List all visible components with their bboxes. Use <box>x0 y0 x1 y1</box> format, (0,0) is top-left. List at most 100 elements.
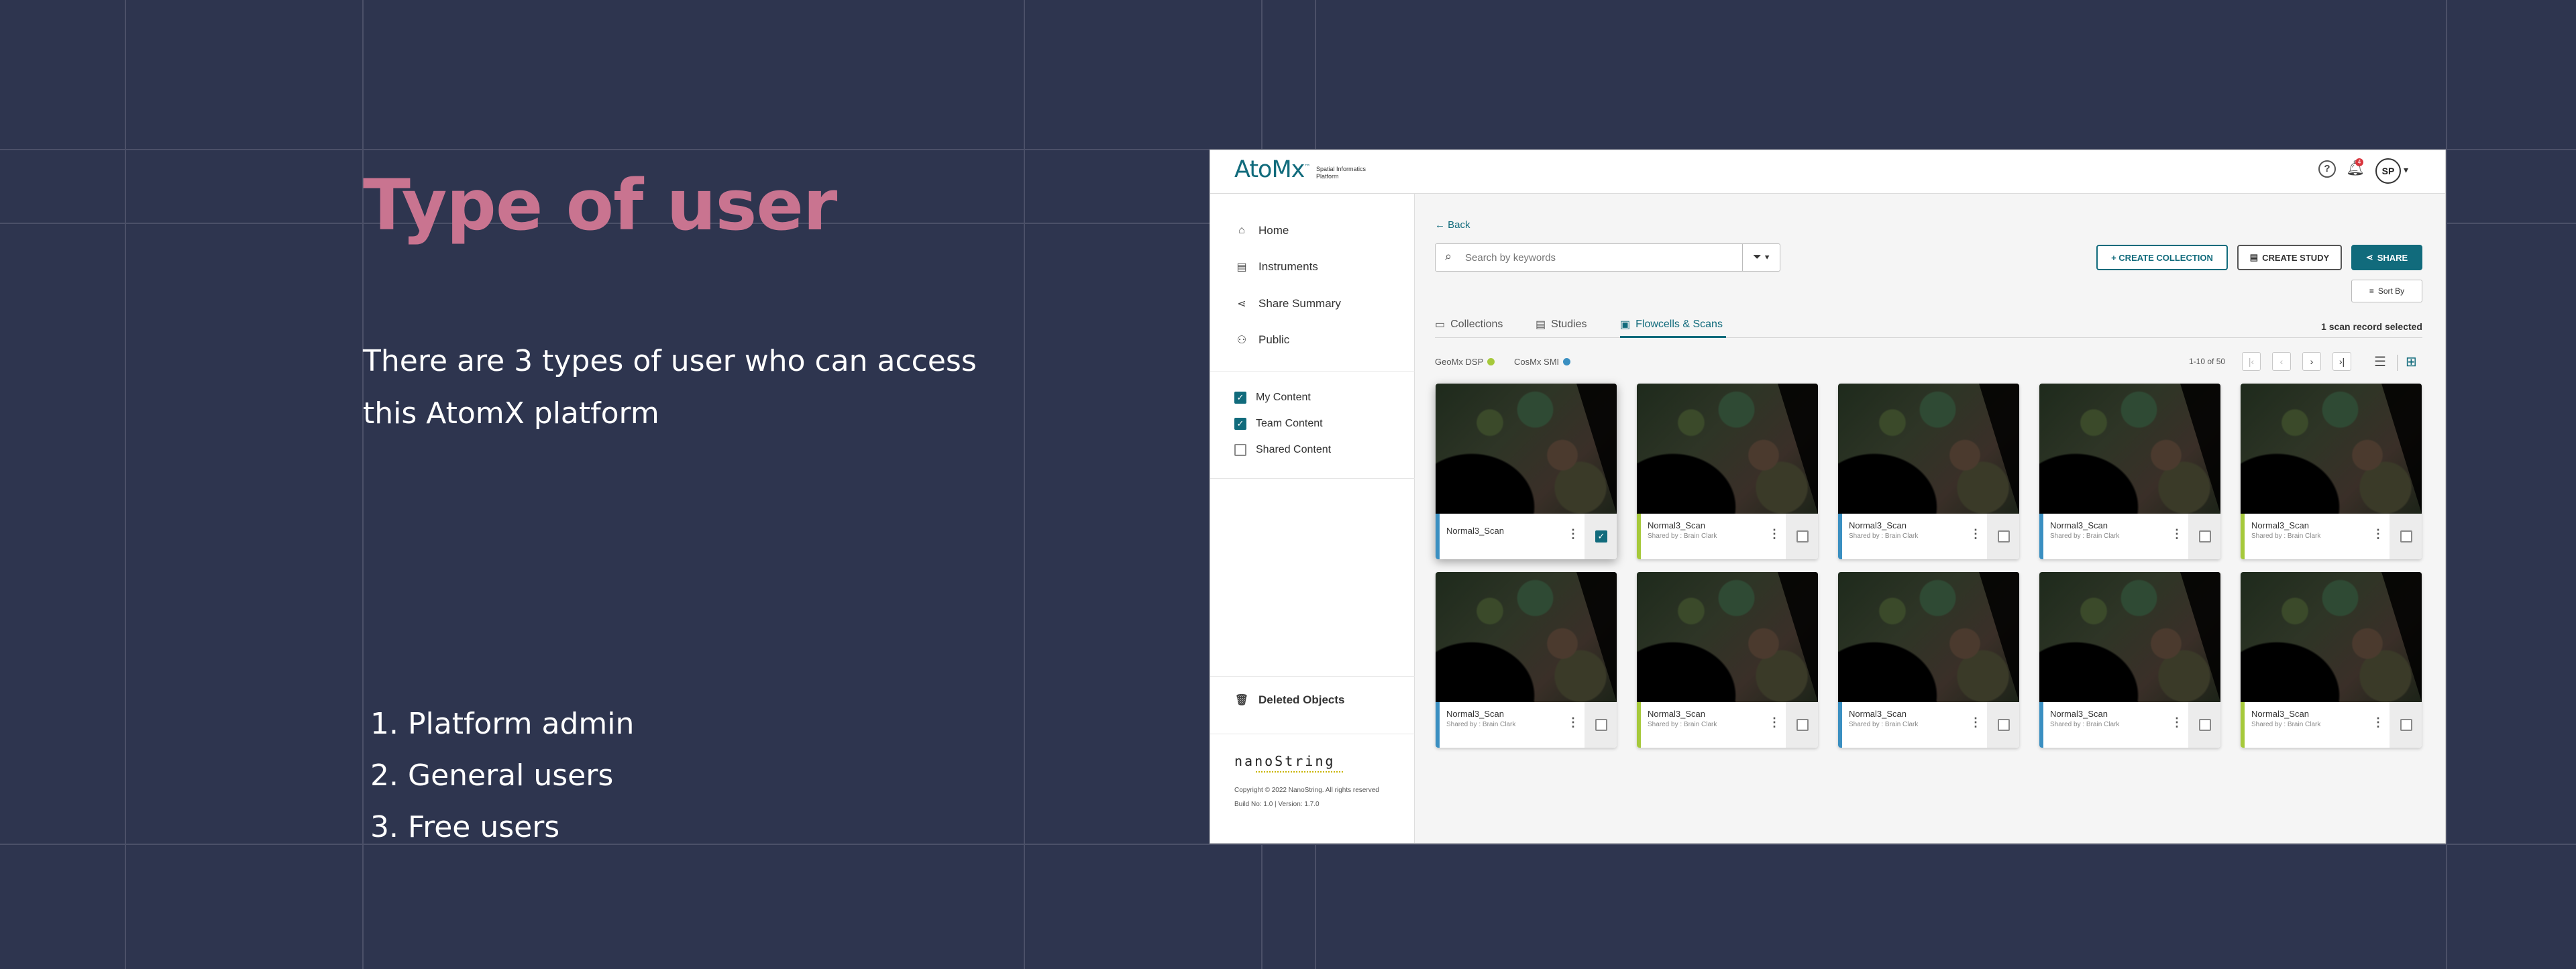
scan-thumbnail[interactable] <box>2241 384 2422 514</box>
more-options-icon[interactable]: ⋮ <box>1567 716 1579 730</box>
scan-name: Normal3_Scan <box>1849 709 1907 719</box>
chevron-down-icon[interactable]: ▾ <box>2404 164 2408 176</box>
shared-by: Shared by : Brain Clark <box>1849 721 1919 728</box>
shared-by: Shared by : Brain Clark <box>2050 532 2120 540</box>
scan-name: Normal3_Scan <box>1446 526 1504 536</box>
checkbox[interactable]: ✓ <box>1234 392 1246 404</box>
tab-studies[interactable]: ▤ Studies <box>1536 318 1587 331</box>
back-link[interactable]: ← Back <box>1435 219 1470 231</box>
more-options-icon[interactable]: ⋮ <box>1970 716 1982 730</box>
scan-thumbnail[interactable] <box>1436 384 1617 514</box>
instrument-type-bar <box>1436 514 1440 559</box>
share-button[interactable]: ⋖ SHARE <box>2351 245 2422 270</box>
shared-by: Shared by : Brain Clark <box>1648 532 1717 540</box>
scan-thumbnail[interactable] <box>2241 572 2422 702</box>
scan-card[interactable]: Normal3_Scan Shared by : Brain Clark ⋮ <box>2039 384 2220 559</box>
card-checkbox-area <box>1987 702 2019 748</box>
create-collection-button[interactable]: + CREATE COLLECTION <box>2096 245 2228 270</box>
share-icon: ⋖ <box>1237 298 1246 310</box>
instrument-type-bar <box>1436 702 1440 748</box>
scan-card[interactable]: Normal3_Scan Shared by : Brain Clark ⋮ <box>1838 384 2019 559</box>
filter-shared-content[interactable]: Shared Content <box>1234 441 1331 459</box>
checkbox[interactable]: ✓ <box>1234 418 1246 430</box>
card-checkbox[interactable] <box>1998 530 2010 543</box>
prev-page-button[interactable]: ‹ <box>2272 352 2291 371</box>
scan-card[interactable]: Normal3_Scan Shared by : Brain Clark ⋮ <box>1637 384 1818 559</box>
card-checkbox[interactable] <box>1796 719 1809 731</box>
more-options-icon[interactable]: ⋮ <box>1768 527 1780 541</box>
top-bar: AtoMx™ Spatial Informatics Platform ? 🔔︎… <box>1210 150 2445 194</box>
thumbnail-shade <box>1979 384 2019 514</box>
sidebar-item-share-summary[interactable]: ⋖ Share Summary <box>1234 294 1341 314</box>
card-checkbox[interactable] <box>1796 530 1809 543</box>
sidebar-item-instruments[interactable]: ▤ Instruments <box>1234 257 1318 277</box>
scan-thumbnail[interactable] <box>1838 572 2019 702</box>
scan-thumbnail[interactable] <box>2039 572 2220 702</box>
more-options-icon[interactable]: ⋮ <box>2171 716 2183 730</box>
tab-collections[interactable]: ▭ Collections <box>1435 318 1503 331</box>
last-page-button[interactable]: ›| <box>2332 352 2351 371</box>
more-options-icon[interactable]: ⋮ <box>2372 716 2384 730</box>
scan-card[interactable]: Normal3_Scan Shared by : Brain Clark ⋮ <box>2241 384 2422 559</box>
scan-card[interactable]: Normal3_Scan Shared by : Brain Clark ⋮ <box>1637 572 1818 748</box>
atomx-logo[interactable]: AtoMx™ <box>1234 156 1310 183</box>
avatar[interactable]: SP <box>2375 158 2401 184</box>
card-checkbox[interactable]: ✓ <box>1595 530 1607 543</box>
grid-view-icon[interactable]: ⊞ <box>2406 353 2417 370</box>
active-tab-indicator <box>1620 336 1726 338</box>
scan-name: Normal3_Scan <box>2050 709 2108 719</box>
filter-label: Shared Content <box>1256 444 1332 455</box>
scan-card[interactable]: Normal3_Scan Shared by : Brain Clark ⋮ <box>1436 572 1617 748</box>
guide-line <box>1024 0 1025 969</box>
next-page-button[interactable]: › <box>2302 352 2321 371</box>
search-input[interactable] <box>1465 248 1747 267</box>
sidebar-item-home[interactable]: ⌂ Home <box>1234 221 1289 241</box>
filter-team-content[interactable]: ✓ Team Content <box>1234 415 1323 433</box>
button-label: SHARE <box>2377 252 2408 263</box>
thumbnail-shade <box>2381 384 2422 514</box>
scan-card[interactable]: Normal3_Scan Shared by : Brain Clark ⋮ <box>2039 572 2220 748</box>
instrument-type-bar <box>1637 702 1641 748</box>
card-checkbox[interactable] <box>1998 719 2010 731</box>
help-icon[interactable]: ? <box>2318 160 2336 178</box>
create-study-button[interactable]: ▤ CREATE STUDY <box>2237 245 2342 270</box>
build-version: Build No: 1.0 | Version: 1.7.0 <box>1234 801 1320 808</box>
more-options-icon[interactable]: ⋮ <box>1970 527 1982 541</box>
first-page-button[interactable]: |‹ <box>2242 352 2261 371</box>
image-icon: ▣ <box>1620 319 1631 331</box>
sort-by-button[interactable]: ≡ Sort By <box>2351 280 2422 302</box>
more-options-icon[interactable]: ⋮ <box>2171 527 2183 541</box>
scan-thumbnail[interactable] <box>2039 384 2220 514</box>
scan-thumbnail[interactable] <box>1637 572 1818 702</box>
card-checkbox[interactable] <box>2400 719 2412 731</box>
sidebar-item-public[interactable]: ⚇ Public <box>1234 330 1289 350</box>
thumbnail-shade <box>1778 384 1818 514</box>
scan-name: Normal3_Scan <box>1648 520 1705 530</box>
scan-card[interactable]: Normal3_Scan Shared by : Brain Clark ⋮ <box>1838 572 2019 748</box>
filter-dropdown-icon[interactable]: ⏷ ▾ <box>1742 244 1780 271</box>
thumbnail-shade <box>2180 572 2220 702</box>
card-checkbox[interactable] <box>2199 530 2211 543</box>
notification-badge: 4 <box>2355 158 2363 166</box>
card-checkbox[interactable] <box>2199 719 2211 731</box>
scan-card[interactable]: Normal3_Scan Shared by : Brain Clark ⋮ <box>2241 572 2422 748</box>
sidebar-item-deleted-objects[interactable]: 🗑︎ Deleted Objects <box>1234 690 1345 710</box>
scan-thumbnail[interactable] <box>1637 384 1818 514</box>
checkbox[interactable] <box>1234 444 1246 456</box>
instrument-type-bar <box>1838 514 1842 559</box>
more-options-icon[interactable]: ⋮ <box>1567 527 1579 541</box>
filter-my-content[interactable]: ✓ My Content <box>1234 389 1311 406</box>
list-view-icon[interactable]: ☰ <box>2374 353 2386 370</box>
scan-card[interactable]: Normal3_Scan ⋮ ✓ <box>1436 384 1617 559</box>
more-options-icon[interactable]: ⋮ <box>2372 527 2384 541</box>
scan-thumbnail[interactable] <box>1838 384 2019 514</box>
more-options-icon[interactable]: ⋮ <box>1768 716 1780 730</box>
tab-flowcells-scans[interactable]: ▣ Flowcells & Scans <box>1620 318 1723 331</box>
scan-thumbnail[interactable] <box>1436 572 1617 702</box>
logo-trademark: ™ <box>1304 164 1310 171</box>
user-type-item: 1. Platform admin <box>370 707 635 741</box>
card-checkbox[interactable] <box>2400 530 2412 543</box>
instrument-type-bar <box>2241 702 2245 748</box>
card-checkbox-area <box>2390 702 2422 748</box>
card-checkbox[interactable] <box>1595 719 1607 731</box>
